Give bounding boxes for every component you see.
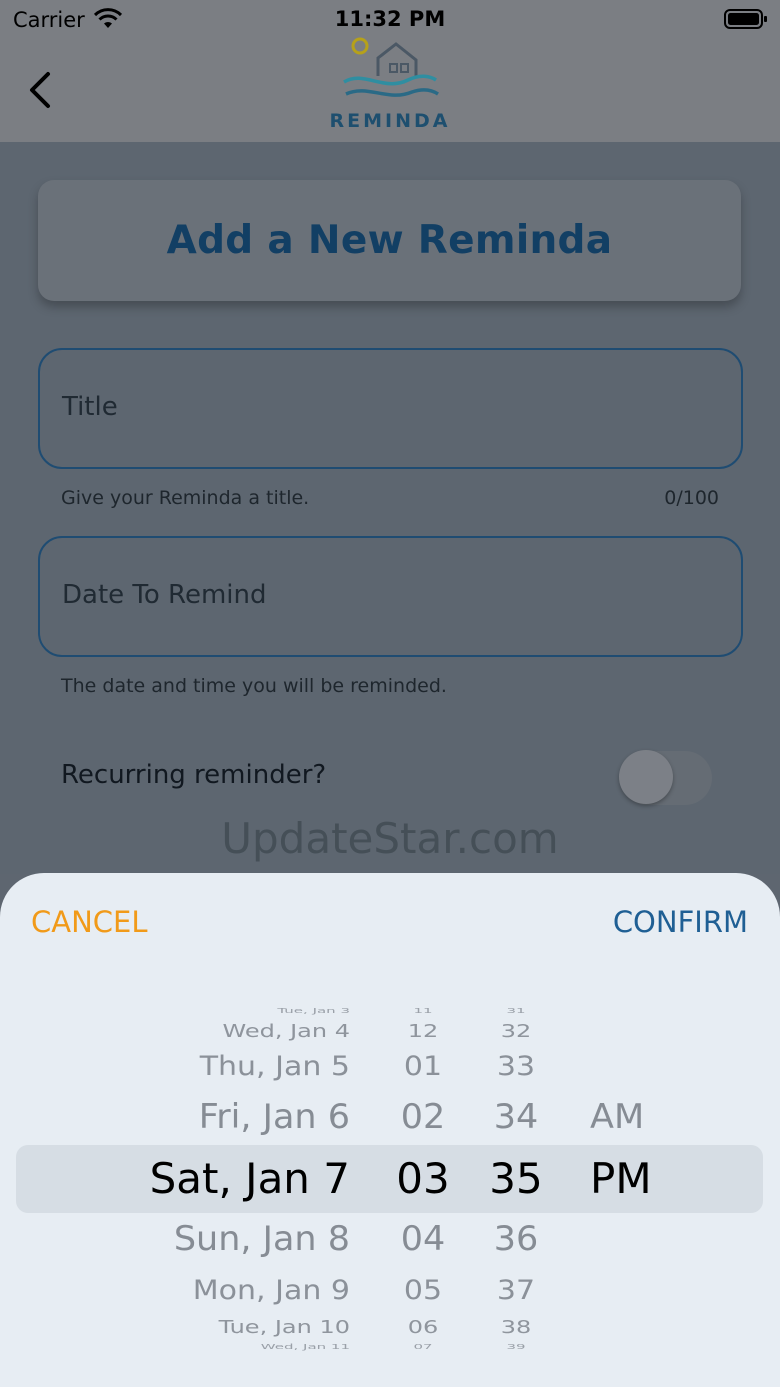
- reminda-logo-icon: [343, 37, 439, 97]
- back-chevron-icon[interactable]: [26, 70, 56, 110]
- page-title: Add a New Reminda: [166, 218, 613, 263]
- picker-hour: 05: [403, 1274, 443, 1307]
- picker-date: Sat, Jan 7: [149, 1154, 350, 1203]
- page-title-card: Add a New Reminda: [38, 180, 741, 301]
- picker-ampm: PM: [590, 1154, 652, 1203]
- picker-minute: 38: [500, 1316, 532, 1338]
- picker-hour: 12: [407, 1020, 439, 1042]
- picker-hour: 03: [396, 1154, 450, 1203]
- picker-minute: 33: [496, 1050, 536, 1083]
- title-input-label: Title: [62, 392, 118, 422]
- picker-minute: 31: [506, 1006, 526, 1015]
- picker-date: Wed, Jan 4: [222, 1020, 350, 1042]
- title-helper-text: Give your Reminda a title.: [61, 487, 310, 509]
- picker-date: Tue, Jan 3: [277, 1006, 350, 1015]
- date-to-remind-input[interactable]: Date To Remind: [38, 536, 743, 657]
- picker-ampm: AM: [590, 1098, 645, 1137]
- picker-date: Mon, Jan 9: [192, 1274, 350, 1307]
- title-char-counter: 0/100: [664, 487, 719, 509]
- picker-minute: 32: [500, 1020, 532, 1042]
- picker-hour: 11: [413, 1006, 433, 1015]
- picker-minute: 34: [493, 1098, 539, 1137]
- picker-date: Tue, Jan 10: [218, 1316, 350, 1338]
- status-time: 11:32 PM: [334, 7, 446, 31]
- picker-hour: 07: [413, 1342, 433, 1351]
- battery-icon: [724, 9, 767, 29]
- picker-date: Wed, Jan 11: [260, 1342, 350, 1351]
- picker-date: Sun, Jan 8: [173, 1220, 350, 1259]
- cancel-button[interactable]: CANCEL: [31, 905, 148, 939]
- logo-wordmark: REMINDA: [329, 110, 451, 132]
- status-bar: Carrier 11:32 PM: [0, 0, 780, 40]
- picker-date: Fri, Jan 6: [198, 1098, 350, 1137]
- date-helper-text: The date and time you will be reminded.: [61, 675, 447, 697]
- picker-hour: 01: [403, 1050, 443, 1083]
- date-picker-sheet: CANCEL CONFIRM Tue, Jan 3 11 31 Wed, Jan 4 1…: [0, 873, 780, 1387]
- confirm-button[interactable]: CONFIRM: [613, 905, 748, 939]
- picker-hour: 06: [407, 1316, 439, 1338]
- picker-minute: 36: [493, 1220, 539, 1259]
- picker-hour: 04: [400, 1220, 446, 1259]
- picker-minute: 37: [496, 1274, 536, 1307]
- picker-date: Thu, Jan 5: [199, 1050, 350, 1083]
- picker-minute: 39: [506, 1342, 526, 1351]
- picker-minute: 35: [489, 1154, 543, 1203]
- date-input-label: Date To Remind: [62, 580, 267, 610]
- recurring-toggle-knob[interactable]: [619, 750, 673, 804]
- recurring-label: Recurring reminder?: [61, 760, 327, 790]
- watermark: UpdateStar.com: [221, 814, 559, 863]
- title-input[interactable]: Title: [38, 348, 743, 469]
- picker-hour: 02: [400, 1098, 446, 1137]
- new-reminda-form: Add a New Reminda Title Give your Remind…: [0, 142, 780, 874]
